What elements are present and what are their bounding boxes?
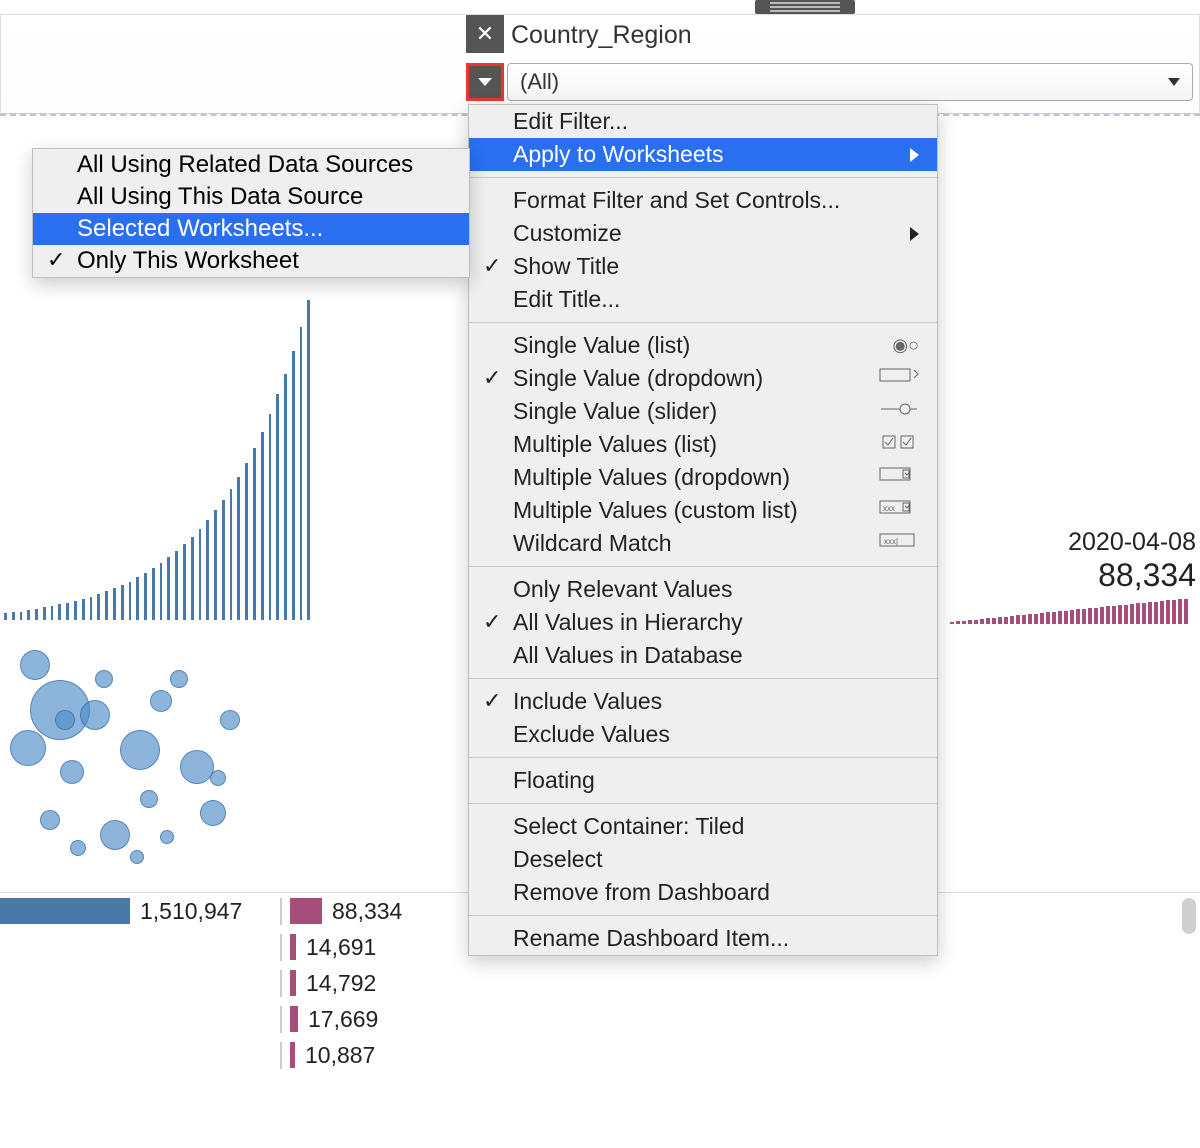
- stat-callout: 2020-04-08 88,334: [1068, 528, 1196, 594]
- menu-deselect[interactable]: Deselect: [469, 843, 937, 876]
- menu-rename-dashboard-item[interactable]: Rename Dashboard Item...: [469, 922, 937, 955]
- menu-include-values[interactable]: Include Values: [469, 685, 937, 718]
- data-row: 10,887: [0, 1037, 1200, 1073]
- svg-text:xxx: xxx: [883, 504, 895, 513]
- menu-single-value-list[interactable]: Single Value (list) ◉○: [469, 329, 937, 362]
- menu-format-filter[interactable]: Format Filter and Set Controls...: [469, 184, 937, 217]
- menu-select-container[interactable]: Select Container: Tiled: [469, 810, 937, 843]
- menu-edit-filter[interactable]: Edit Filter...: [469, 105, 937, 138]
- row-b-label: 14,691: [296, 934, 376, 961]
- menu-all-values-hierarchy[interactable]: All Values in Hierarchy: [469, 606, 937, 639]
- filter-menu-button[interactable]: [466, 63, 504, 101]
- filter-card: ✕ Country_Region (All): [0, 14, 1200, 114]
- chevron-right-icon: [910, 148, 919, 162]
- close-icon[interactable]: ✕: [466, 15, 504, 53]
- submenu-item-only-this-worksheet[interactable]: Only This Worksheet: [33, 245, 469, 277]
- menu-show-title[interactable]: Show Title: [469, 250, 937, 283]
- svg-text:xxx|: xxx|: [884, 537, 898, 546]
- bar-purple: [290, 1006, 298, 1032]
- menu-multi-values-list[interactable]: Multiple Values (list): [469, 428, 937, 461]
- stat-value: 88,334: [1068, 557, 1196, 594]
- dropdown-icon: [879, 366, 919, 391]
- filter-selected-value: (All): [520, 69, 559, 95]
- wildcard-icon: xxx|: [879, 531, 919, 556]
- menu-single-value-dropdown[interactable]: Single Value (dropdown): [469, 362, 937, 395]
- menu-apply-to-worksheets[interactable]: Apply to Worksheets: [469, 138, 937, 171]
- bar-blue: [0, 898, 130, 924]
- custom-list-icon: xxx: [879, 498, 919, 523]
- row-b-label: 88,334: [322, 898, 402, 925]
- row-b-label: 14,792: [296, 970, 376, 997]
- chevron-down-icon: [1168, 78, 1180, 86]
- slider-icon: [879, 399, 919, 424]
- submenu-item-all-related[interactable]: All Using Related Data Sources: [33, 149, 469, 181]
- stat-date: 2020-04-08: [1068, 528, 1196, 557]
- menu-wildcard-match[interactable]: Wildcard Match xxx|: [469, 527, 937, 560]
- filter-title: Country_Region: [511, 21, 692, 50]
- chevron-right-icon: [910, 227, 919, 241]
- menu-edit-title[interactable]: Edit Title...: [469, 283, 937, 316]
- menu-floating[interactable]: Floating: [469, 764, 937, 797]
- menu-single-value-slider[interactable]: Single Value (slider): [469, 395, 937, 428]
- row-b-label: 17,669: [298, 1006, 378, 1033]
- row-a-label: 1,510,947: [130, 898, 242, 925]
- menu-multi-values-dropdown[interactable]: Multiple Values (dropdown): [469, 461, 937, 494]
- chevron-down-icon: [478, 78, 492, 86]
- radio-list-icon: ◉○: [879, 335, 919, 356]
- drag-handle[interactable]: [755, 0, 855, 14]
- bar-chart: [0, 280, 310, 620]
- map-panel: [0, 640, 300, 890]
- menu-all-values-database[interactable]: All Values in Database: [469, 639, 937, 672]
- checklist-icon: [879, 432, 919, 457]
- menu-multi-values-custom[interactable]: Multiple Values (custom list) xxx: [469, 494, 937, 527]
- menu-remove-from-dashboard[interactable]: Remove from Dashboard: [469, 876, 937, 909]
- submenu-item-selected-worksheets[interactable]: Selected Worksheets...: [33, 213, 469, 245]
- mini-bar-chart: [950, 596, 1200, 624]
- submenu-item-all-this-source[interactable]: All Using This Data Source: [33, 181, 469, 213]
- data-row: 14,792: [0, 965, 1200, 1001]
- filter-context-menu: Edit Filter... Apply to Worksheets Forma…: [468, 104, 938, 956]
- apply-to-worksheets-submenu: All Using Related Data Sources All Using…: [32, 148, 470, 278]
- data-row: 17,669: [0, 1001, 1200, 1037]
- menu-exclude-values[interactable]: Exclude Values: [469, 718, 937, 751]
- menu-customize[interactable]: Customize: [469, 217, 937, 250]
- row-b-label: 10,887: [295, 1042, 375, 1069]
- menu-only-relevant-values[interactable]: Only Relevant Values: [469, 573, 937, 606]
- multi-dropdown-icon: [879, 465, 919, 490]
- bar-purple: [290, 898, 322, 924]
- scrollbar-thumb[interactable]: [1182, 898, 1196, 934]
- filter-dropdown[interactable]: (All): [507, 63, 1193, 101]
